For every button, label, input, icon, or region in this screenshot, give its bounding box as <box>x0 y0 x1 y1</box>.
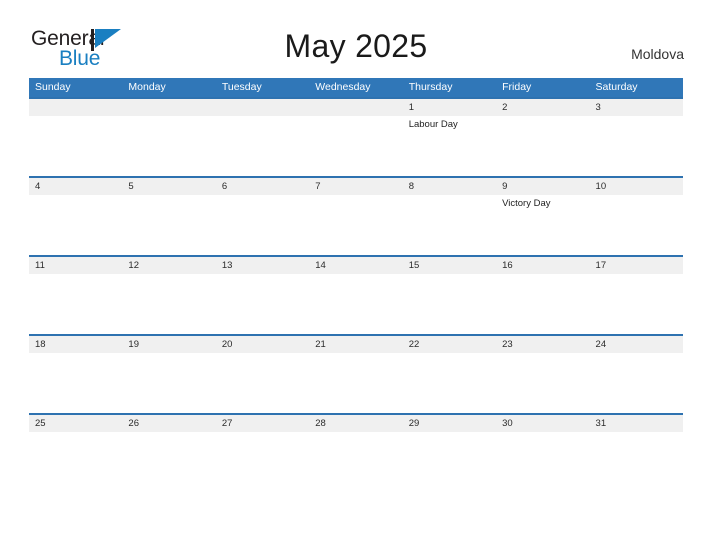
day-number[interactable]: 26 <box>122 415 215 432</box>
day-number[interactable]: 10 <box>590 178 683 195</box>
weekday-header-friday: Friday <box>502 81 532 93</box>
day-event[interactable]: Labour Day <box>403 116 496 176</box>
calendar-week-row: 11 12 13 14 15 16 17 <box>29 255 683 334</box>
day-number[interactable]: 3 <box>590 99 683 116</box>
day-event[interactable] <box>590 353 683 413</box>
day-event[interactable] <box>403 432 496 492</box>
day-number[interactable]: 16 <box>496 257 589 274</box>
day-number[interactable]: 21 <box>309 336 402 353</box>
day-event[interactable] <box>590 195 683 255</box>
country-label: Moldova <box>631 46 684 62</box>
day-number[interactable]: 7 <box>309 178 402 195</box>
day-number[interactable]: 17 <box>590 257 683 274</box>
day-number[interactable]: 13 <box>216 257 309 274</box>
day-event[interactable] <box>403 353 496 413</box>
day-number[interactable]: 22 <box>403 336 496 353</box>
weekday-header-monday: Monday <box>128 81 166 93</box>
day-number[interactable]: 29 <box>403 415 496 432</box>
day-number[interactable]: 4 <box>29 178 122 195</box>
week-date-strip: 1 2 3 <box>29 99 683 116</box>
weekday-header-tuesday: Tuesday <box>221 81 262 93</box>
day-event[interactable] <box>403 195 496 255</box>
day-event[interactable] <box>590 116 683 176</box>
day-number[interactable]: 11 <box>29 257 122 274</box>
page-header: General Blue May 2025 Moldova <box>0 0 712 78</box>
day-event[interactable] <box>29 274 122 334</box>
day-event[interactable] <box>309 274 402 334</box>
day-event[interactable] <box>496 116 589 176</box>
day-number[interactable] <box>29 99 122 116</box>
week-event-strip: Victory Day <box>29 195 683 255</box>
week-event-strip <box>29 353 683 413</box>
weekday-header-sunday: Sunday <box>35 81 71 93</box>
calendar-week-row: 25 26 27 28 29 30 31 <box>29 413 683 492</box>
day-event[interactable]: Victory Day <box>496 195 589 255</box>
day-event[interactable] <box>122 353 215 413</box>
day-number[interactable]: 6 <box>216 178 309 195</box>
day-number[interactable]: 27 <box>216 415 309 432</box>
day-event[interactable] <box>29 353 122 413</box>
day-number[interactable] <box>309 99 402 116</box>
day-number[interactable]: 2 <box>496 99 589 116</box>
day-number[interactable]: 5 <box>122 178 215 195</box>
day-number[interactable]: 25 <box>29 415 122 432</box>
day-number[interactable]: 24 <box>590 336 683 353</box>
day-number[interactable]: 23 <box>496 336 589 353</box>
day-number[interactable]: 18 <box>29 336 122 353</box>
day-number[interactable]: 20 <box>216 336 309 353</box>
day-event[interactable] <box>122 274 215 334</box>
day-number[interactable]: 28 <box>309 415 402 432</box>
day-event[interactable] <box>122 116 215 176</box>
calendar-week-row: 1 2 3 Labour Day <box>29 97 683 176</box>
day-number[interactable]: 15 <box>403 257 496 274</box>
day-event[interactable] <box>309 195 402 255</box>
day-event[interactable] <box>216 195 309 255</box>
week-event-strip <box>29 274 683 334</box>
weekday-header-thursday: Thursday <box>408 81 453 93</box>
day-event[interactable] <box>29 195 122 255</box>
day-event[interactable] <box>309 116 402 176</box>
day-event[interactable] <box>29 116 122 176</box>
day-number[interactable]: 8 <box>403 178 496 195</box>
day-number[interactable] <box>122 99 215 116</box>
day-number[interactable]: 14 <box>309 257 402 274</box>
day-event[interactable] <box>309 353 402 413</box>
day-event[interactable] <box>216 116 309 176</box>
day-number[interactable]: 1 <box>403 99 496 116</box>
day-event[interactable] <box>590 432 683 492</box>
calendar-week-row: 18 19 20 21 22 23 24 <box>29 334 683 413</box>
weekday-header-row: Sunday Monday Tuesday Wednesday Thursday… <box>29 78 683 97</box>
day-event[interactable] <box>309 432 402 492</box>
day-event[interactable] <box>496 432 589 492</box>
weekday-header-saturday: Saturday <box>595 81 638 93</box>
day-event[interactable] <box>216 432 309 492</box>
day-event[interactable] <box>29 432 122 492</box>
day-event[interactable] <box>496 274 589 334</box>
day-event[interactable] <box>590 274 683 334</box>
week-date-strip: 4 5 6 7 8 9 10 <box>29 178 683 195</box>
day-event[interactable] <box>496 353 589 413</box>
week-event-strip: Labour Day <box>29 116 683 176</box>
page-title: May 2025 <box>284 28 428 64</box>
week-date-strip: 18 19 20 21 22 23 24 <box>29 336 683 353</box>
calendar-grid: Sunday Monday Tuesday Wednesday Thursday… <box>29 78 683 492</box>
day-event[interactable] <box>216 353 309 413</box>
weekday-header-wednesday: Wednesday <box>315 81 371 93</box>
day-number[interactable]: 19 <box>122 336 215 353</box>
week-event-strip <box>29 432 683 492</box>
day-number[interactable]: 31 <box>590 415 683 432</box>
week-date-strip: 11 12 13 14 15 16 17 <box>29 257 683 274</box>
day-number[interactable]: 30 <box>496 415 589 432</box>
day-number[interactable]: 12 <box>122 257 215 274</box>
day-number[interactable] <box>216 99 309 116</box>
day-event[interactable] <box>216 274 309 334</box>
day-number[interactable]: 9 <box>496 178 589 195</box>
calendar-week-row: 4 5 6 7 8 9 10 Victory Day <box>29 176 683 255</box>
day-event[interactable] <box>122 195 215 255</box>
week-date-strip: 25 26 27 28 29 30 31 <box>29 415 683 432</box>
day-event[interactable] <box>122 432 215 492</box>
day-event[interactable] <box>403 274 496 334</box>
